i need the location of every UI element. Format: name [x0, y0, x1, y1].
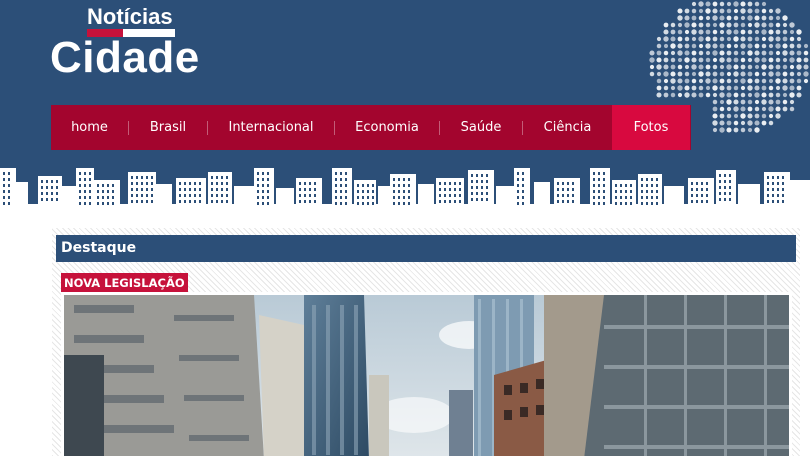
featured-photo[interactable] [61, 292, 792, 456]
nav-item-home[interactable]: home [51, 105, 128, 150]
nav-item-internacional[interactable]: Internacional [208, 105, 334, 150]
nav-item-economia[interactable]: Economia [335, 105, 439, 150]
logo-subtitle: Notícias [87, 4, 173, 29]
featured-section: Destaque NOVA LEGISLAÇÃO [52, 228, 800, 456]
logo-title[interactable]: Cidade [50, 32, 200, 84]
nav-item-ciencia[interactable]: Ciência [523, 105, 612, 150]
nav-item-saude[interactable]: Saúde [440, 105, 522, 150]
section-title: Destaque [56, 235, 796, 262]
site-header: Notícias Cidade home Brasil Internaciona… [0, 0, 810, 215]
nav-item-brasil[interactable]: Brasil [129, 105, 207, 150]
category-tag[interactable]: NOVA LEGISLAÇÃO [61, 273, 188, 293]
main-nav: home Brasil Internacional Economia Saúde… [51, 105, 691, 150]
city-skyline-illustration [0, 168, 810, 215]
nav-item-fotos[interactable]: Fotos [612, 105, 690, 150]
city-street-photo [64, 295, 789, 456]
